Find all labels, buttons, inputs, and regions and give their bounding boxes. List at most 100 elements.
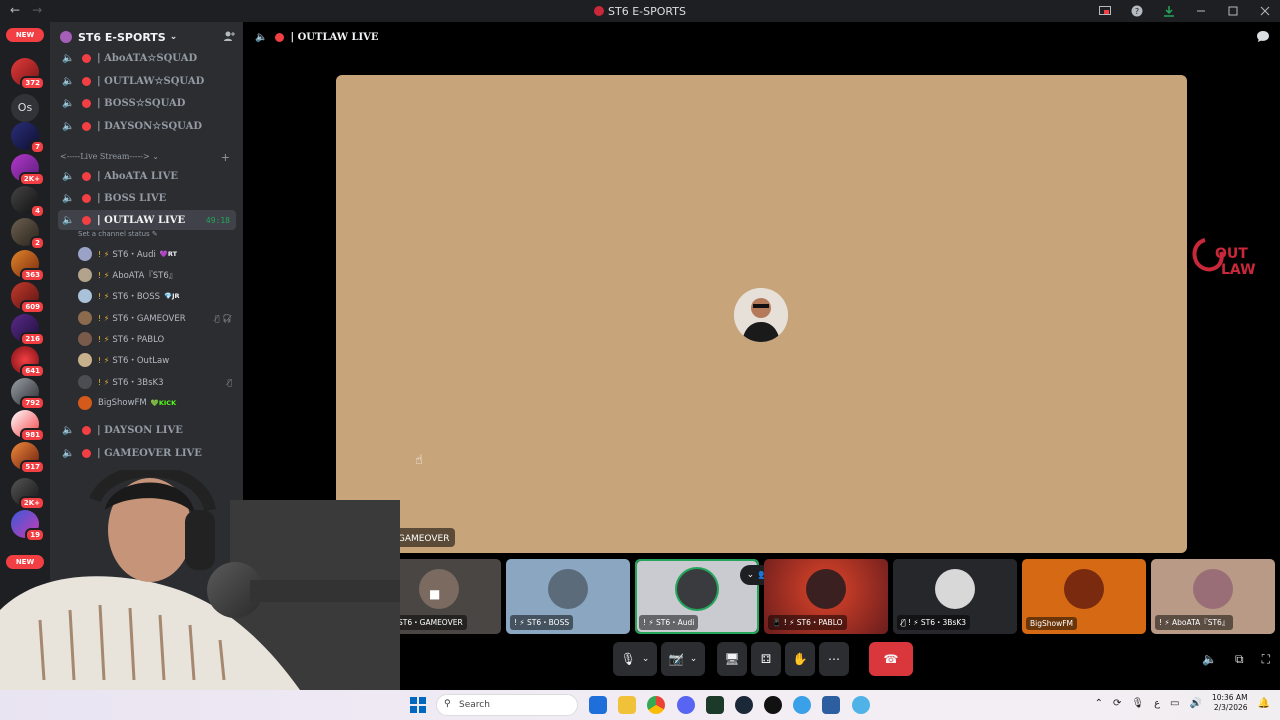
category-live-stream[interactable]: <-----Live Stream-----> ⌄ + bbox=[60, 151, 236, 164]
voice-member[interactable]: ! ⚡ ST6・PABLO bbox=[78, 330, 238, 348]
avatar bbox=[806, 569, 846, 609]
help-icon[interactable]: ? bbox=[1128, 2, 1146, 20]
clock[interactable]: 10:36 AM 2/3/2026 bbox=[1212, 693, 1248, 713]
server-icon[interactable]: 517 bbox=[11, 442, 45, 474]
speaker-icon: 🔈 bbox=[62, 214, 75, 226]
file-explorer-icon[interactable] bbox=[618, 696, 636, 714]
server-icon-os[interactable]: Os bbox=[11, 94, 39, 122]
window-title: ST6 E-SPORTS bbox=[0, 5, 1280, 18]
voice-member[interactable]: ! ⚡ AboATA『ST6』 bbox=[78, 266, 238, 284]
server-icon[interactable]: 981 bbox=[11, 410, 45, 442]
taskbar-app-icon[interactable] bbox=[852, 696, 870, 714]
server-icon[interactable]: 216 bbox=[11, 314, 45, 346]
voice-channel[interactable]: 🔈 | GAMEOVER LIVE bbox=[58, 443, 236, 463]
taskbar-app-icon[interactable] bbox=[822, 696, 840, 714]
participant-tile[interactable]: ! ⚡ ST6・BOSS bbox=[506, 559, 630, 634]
red-dot-icon bbox=[275, 32, 285, 42]
server-icon[interactable]: 792 bbox=[11, 378, 45, 410]
language-indicator[interactable]: ع bbox=[1154, 698, 1160, 709]
chevron-up-icon[interactable]: ⌃ bbox=[1095, 698, 1103, 709]
voice-member[interactable]: ! ⚡ ST6・BOSS 💎JR bbox=[78, 287, 238, 305]
server-icon[interactable]: 2K+ bbox=[11, 154, 45, 186]
activities-button[interactable]: ⚃ bbox=[751, 642, 781, 676]
server-icon[interactable]: 7 bbox=[11, 122, 45, 154]
chevron-down-icon: ⌄ bbox=[689, 654, 698, 664]
participant-tile[interactable]: ! ⚡ AboATA『ST6』 bbox=[1151, 559, 1275, 634]
chevron-down-icon: ⌄ bbox=[169, 32, 178, 42]
server-icon[interactable]: 4 bbox=[11, 186, 45, 218]
chrome-icon[interactable] bbox=[647, 696, 665, 714]
voice-channel[interactable]: 🔈 | AboATA LIVE bbox=[58, 166, 236, 186]
participant-tile[interactable]: 📱 ! ⚡ ST6・PABLO bbox=[764, 559, 888, 634]
discord-icon[interactable] bbox=[677, 696, 695, 714]
voice-member[interactable]: BigShowFM 💚KICK bbox=[78, 394, 238, 412]
add-channel-icon[interactable]: + bbox=[221, 151, 230, 164]
download-icon[interactable] bbox=[1160, 2, 1178, 20]
participant-tile[interactable]: 🎙̸ ! ⚡ ST6・3BsK3 bbox=[893, 559, 1017, 634]
taskbar-app-icon[interactable] bbox=[706, 696, 724, 714]
participant-tile[interactable]: BigShowFM bbox=[1022, 559, 1146, 634]
disconnect-button[interactable]: ☎ bbox=[869, 642, 913, 676]
voice-member[interactable]: ! ⚡ ST6・GAMEOVER 🎙̸ 🎧̸ bbox=[78, 309, 238, 327]
soundboard-icon: ✋ bbox=[792, 652, 808, 666]
voice-member[interactable]: ! ⚡ ST6・3BsK3 🎙̸ bbox=[78, 373, 238, 391]
maximize-icon[interactable] bbox=[1224, 2, 1242, 20]
server-icon[interactable]: 363 bbox=[11, 250, 45, 282]
voice-channel-active[interactable]: 🔈 | OUTLAW LIVE 49:18 bbox=[58, 210, 236, 230]
volume-icon[interactable]: 🔈 bbox=[1202, 652, 1217, 667]
popout-icon[interactable]: ⧉ bbox=[1235, 652, 1244, 667]
notification-icon[interactable]: 🔔 bbox=[1258, 698, 1270, 709]
avatar bbox=[78, 375, 92, 389]
server-icon[interactable]: 2 bbox=[11, 218, 45, 250]
more-icon: ⋯ bbox=[828, 652, 840, 666]
windows-start-icon[interactable] bbox=[410, 697, 426, 713]
red-dot-icon bbox=[82, 53, 91, 63]
avatar bbox=[78, 353, 92, 367]
server-icon[interactable]: 641 bbox=[11, 346, 45, 378]
role-tag: 💜RT bbox=[159, 250, 178, 258]
voice-channel[interactable]: 🔈 | DAYSON LIVE bbox=[58, 420, 236, 440]
taskbar-app-icon[interactable] bbox=[589, 696, 607, 714]
obs-icon[interactable] bbox=[764, 696, 782, 714]
screen-share-icon[interactable] bbox=[1096, 2, 1114, 20]
voice-channel[interactable]: 🔈 | OUTLAW☆SQUAD bbox=[58, 71, 236, 91]
call-controls: 🎙 ⌄ 📷̸ ⌄ 🖥 ⚃ ✋ ⋯ ☎ bbox=[613, 642, 913, 678]
soundboard-button[interactable]: ✋ bbox=[785, 642, 815, 676]
close-icon[interactable] bbox=[1256, 2, 1274, 20]
participant-name-label: ! ⚡ ST6・BOSS bbox=[510, 615, 574, 630]
mention-badge: 363 bbox=[20, 268, 45, 282]
sync-icon[interactable]: ⟳ bbox=[1113, 698, 1121, 709]
camera-button[interactable]: 📷̸ ⌄ bbox=[661, 642, 705, 676]
participant-name-label: ! ⚡ AboATA『ST6』 bbox=[1155, 615, 1234, 630]
steam-icon[interactable] bbox=[735, 696, 753, 714]
add-user-icon[interactable] bbox=[223, 30, 235, 45]
taskbar-search[interactable]: ⚲ Search bbox=[436, 694, 578, 716]
voice-member[interactable]: ! ⚡ ST6・OutLaw bbox=[78, 351, 238, 369]
minimize-icon[interactable] bbox=[1192, 2, 1210, 20]
search-icon: ⚲ bbox=[444, 699, 451, 709]
avatar bbox=[78, 289, 92, 303]
chat-bubble-icon[interactable] bbox=[1256, 30, 1270, 46]
channel-status[interactable]: Set a channel status ✎ bbox=[78, 230, 158, 238]
server-icon[interactable]: 372 bbox=[11, 58, 45, 90]
title-bar: ← → ST6 E-SPORTS ? bbox=[0, 0, 1280, 22]
voice-channel[interactable]: 🔈 | DAYSON☆SQUAD bbox=[58, 116, 236, 136]
voice-channel[interactable]: 🔈 | BOSS☆SQUAD bbox=[58, 93, 236, 113]
screen-share-button[interactable]: 🖥 bbox=[717, 642, 747, 676]
network-icon[interactable]: ▭ bbox=[1170, 698, 1179, 709]
mute-button[interactable]: 🎙 ⌄ bbox=[613, 642, 657, 676]
edge-icon[interactable] bbox=[793, 696, 811, 714]
server-icon[interactable]: 609 bbox=[11, 282, 45, 314]
voice-channel[interactable]: 🔈 | AboATA☆SQUAD bbox=[58, 48, 236, 68]
mention-badge: 981 bbox=[20, 428, 45, 442]
fullscreen-icon[interactable]: ⛶ bbox=[1262, 652, 1270, 667]
focused-participant-tile[interactable]: 🎙̸ ! ⚡ ST6・GAMEOVER bbox=[336, 75, 1187, 553]
voice-member[interactable]: ! ⚡ ST6・Audi 💜RT bbox=[78, 245, 238, 263]
speaker-icon: 🔈 bbox=[62, 170, 75, 182]
voice-channel[interactable]: 🔈 | BOSS LIVE bbox=[58, 188, 236, 208]
microphone-icon[interactable]: 🎙 bbox=[1131, 698, 1144, 709]
participant-name-label: 📱 ! ⚡ ST6・PABLO bbox=[768, 615, 847, 630]
volume-icon[interactable]: 🔊 bbox=[1189, 698, 1201, 709]
more-options-button[interactable]: ⋯ bbox=[819, 642, 849, 676]
server-logo-icon bbox=[594, 6, 605, 16]
